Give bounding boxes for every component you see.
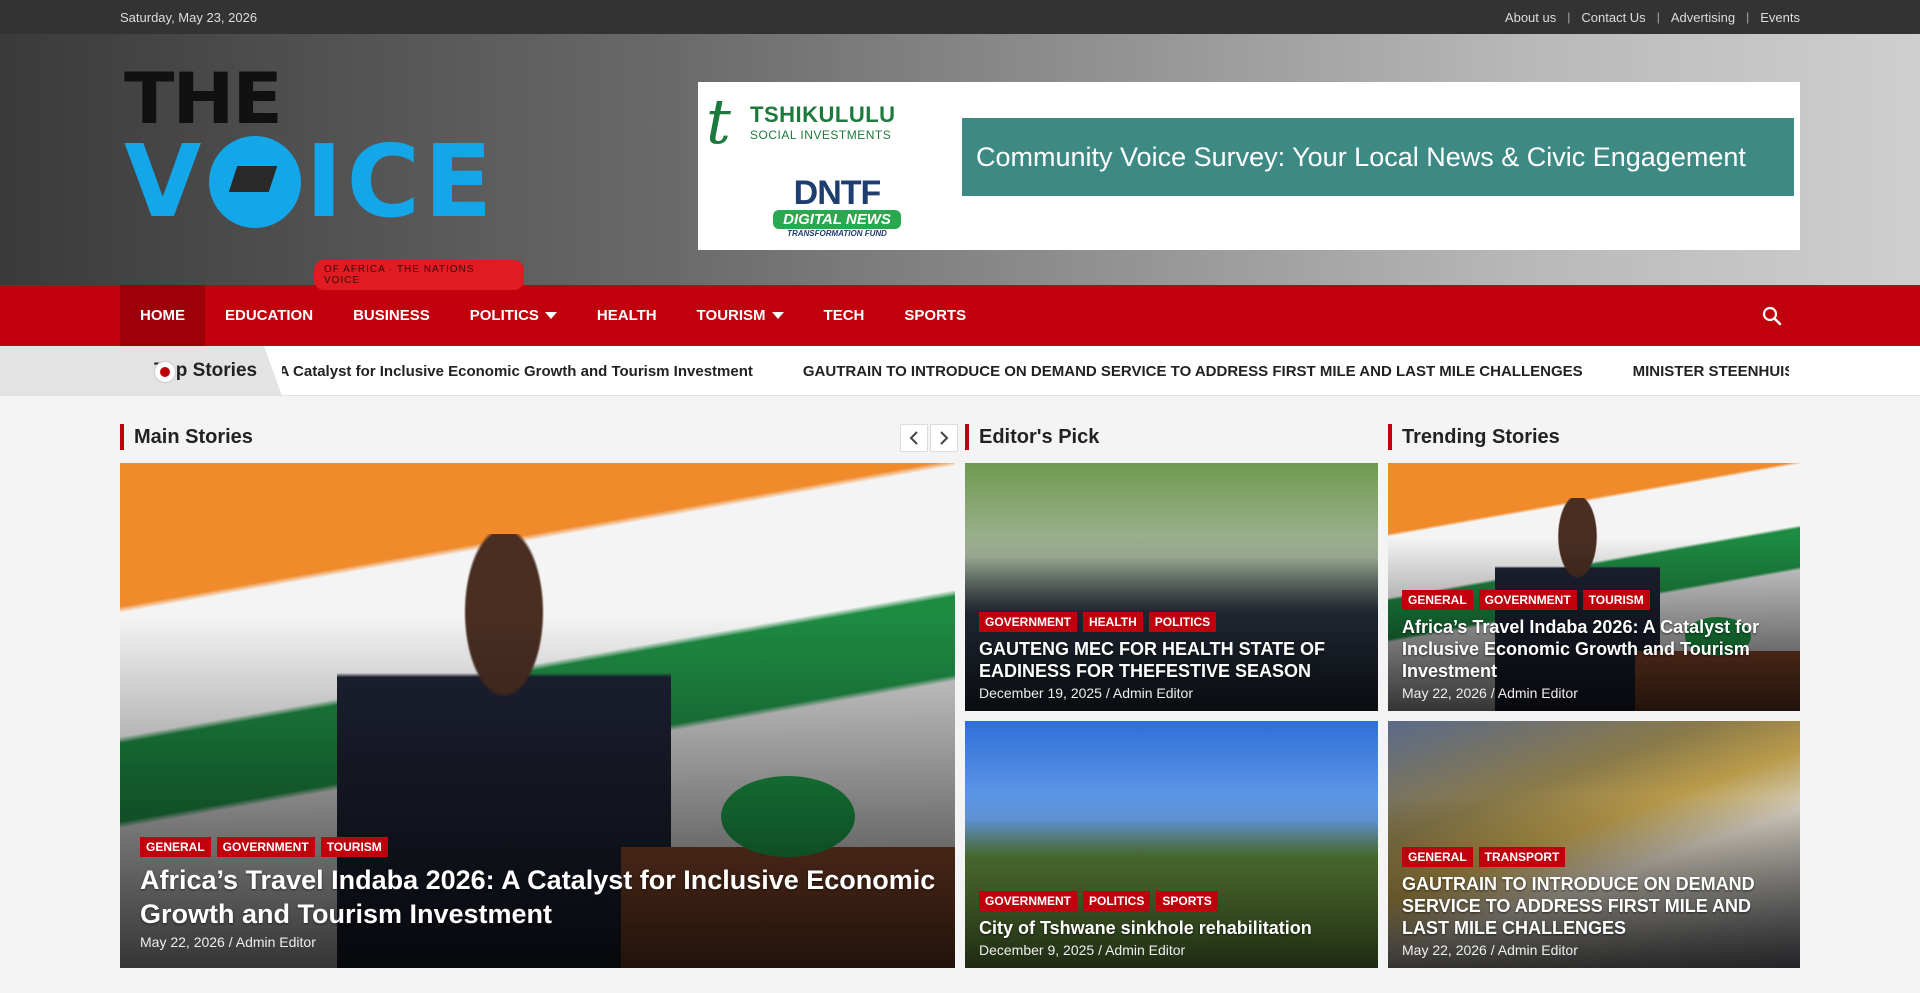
nav-label: Politics (469, 307, 539, 324)
nav-sports[interactable]: Sports (884, 285, 986, 346)
site-logo[interactable]: THE V ICE OF AFRICA · THE NATIONS VOICE (124, 58, 524, 290)
story-date: December 9, 2025 / Admin Editor (979, 942, 1186, 958)
editors-pick-card[interactable]: GOVERNMENT POLITICS SPORTS City of Tshwa… (965, 721, 1378, 968)
nav-label: Tech (823, 307, 865, 324)
tag[interactable]: GENERAL (1402, 847, 1473, 867)
survey-banner-text[interactable]: Community Voice Survey: Your Local News … (962, 118, 1794, 196)
tag[interactable]: SPORTS (1156, 891, 1218, 911)
live-dot-icon (154, 361, 176, 383)
tag[interactable]: TOURISM (320, 837, 388, 857)
caret-down-icon (771, 312, 784, 319)
story-date: May 22, 2026 / Admin Editor (1402, 685, 1578, 701)
contact-us-link[interactable]: Contact Us (1581, 10, 1645, 25)
nav-home[interactable]: Home (120, 285, 205, 346)
tag[interactable]: GOVERNMENT (979, 612, 1078, 632)
top-stories-ticker: Top Stories : A Catalyst for Inclusive E… (0, 346, 1920, 396)
site-header: THE V ICE OF AFRICA · THE NATIONS VOICE … (0, 34, 1920, 290)
ticker-item[interactable]: GAUTRAIN TO INTRODUCE ON DEMAND SERVICE … (803, 363, 1583, 380)
tag[interactable]: TOURISM (1582, 590, 1650, 610)
tag[interactable]: GOVERNMENT (216, 837, 315, 857)
separator: | (1567, 10, 1571, 24)
tag[interactable]: TRANSPORT (1478, 847, 1566, 867)
current-date: Saturday, May 23, 2026 (120, 9, 258, 25)
nav-tourism[interactable]: Tourism (677, 285, 804, 346)
nav-label: Home (140, 307, 185, 324)
trending-stories-title: Trending Stories (1388, 424, 1560, 450)
separator: | (1746, 10, 1750, 24)
ticker-items: : A Catalyst for Inclusive Economic Grow… (282, 346, 1789, 395)
chevron-left-icon (909, 431, 918, 445)
top-links: About us | Contact Us | Advertising | Ev… (1505, 10, 1800, 25)
tshikululu-sub: SOCIAL INVESTMENTS (750, 128, 892, 142)
tag[interactable]: GOVERNMENT (979, 891, 1078, 911)
stories-area: Main Stories Editor's Pick Trending Stor… (120, 424, 1800, 984)
ticker-item[interactable]: : A Catalyst for Inclusive Economic Grow… (282, 363, 753, 380)
next-button[interactable] (930, 424, 958, 452)
ad-banner[interactable]: t TSHIKULULU SOCIAL INVESTMENTS DNTF DIG… (698, 82, 1800, 250)
tshikululu-logo: t TSHIKULULU SOCIAL INVESTMENTS (706, 86, 906, 158)
tag[interactable]: GENERAL (1402, 590, 1473, 610)
story-title[interactable]: Africa’s Travel Indaba 2026: A Catalyst … (140, 863, 941, 931)
prev-button[interactable] (900, 424, 928, 452)
dntf-logo: DNTF DIGITAL NEWS TRANSFORMATION FUND (772, 176, 902, 240)
nav-business[interactable]: Business (333, 285, 450, 346)
main-story-card[interactable]: GENERAL GOVERNMENT TOURISM Africa’s Trav… (120, 463, 955, 968)
ticker-item[interactable]: MINISTER STEENHUISEN WELCOMES (1633, 363, 1789, 380)
separator: | (1656, 10, 1660, 24)
dntf-name: DNTF (793, 174, 882, 212)
chevron-right-icon (940, 431, 949, 445)
search-icon[interactable] (1762, 306, 1782, 326)
dntf-sub: TRANSFORMATION FUND (787, 229, 887, 238)
story-title[interactable]: GAUTRAIN TO INTRODUCE ON DEMAND SERVICE … (1402, 873, 1786, 939)
main-navigation: Home Education Business Politics Health … (0, 285, 1920, 346)
story-tags: GENERAL TRANSPORT (1402, 847, 1786, 867)
tshikululu-name: TSHIKULULU (750, 102, 896, 127)
logo-voice-rest: ICE (305, 123, 497, 240)
trending-story-card[interactable]: GENERAL TRANSPORT GAUTRAIN TO INTRODUCE … (1388, 721, 1800, 968)
story-date: December 19, 2025 / Admin Editor (979, 685, 1194, 701)
logo-the: THE (124, 58, 283, 141)
megaphone-icon (209, 136, 302, 228)
slider-controls (898, 424, 958, 452)
caret-down-icon (544, 312, 557, 319)
nav-label: Tourism (696, 307, 766, 324)
top-bar: Saturday, May 23, 2026 About us | Contac… (0, 0, 1920, 34)
nav-label: Sports (904, 307, 967, 324)
story-tags: GOVERNMENT POLITICS SPORTS (979, 891, 1364, 911)
story-title[interactable]: Africa’s Travel Indaba 2026: A Catalyst … (1402, 616, 1786, 682)
story-tags: GENERAL GOVERNMENT TOURISM (1402, 590, 1786, 610)
story-tags: GENERAL GOVERNMENT TOURISM (140, 837, 941, 857)
logo-voice: V ICE (124, 123, 524, 240)
logo-voice-v: V (124, 123, 206, 240)
advertising-link[interactable]: Advertising (1671, 10, 1735, 25)
nav-education[interactable]: Education (205, 285, 333, 346)
story-title[interactable]: City of Tshwane sinkhole rehabilitation (979, 917, 1364, 939)
nav-label: Health (596, 307, 657, 324)
events-link[interactable]: Events (1760, 10, 1800, 25)
nav-politics[interactable]: Politics (450, 285, 577, 346)
tag[interactable]: POLITICS (1083, 891, 1151, 911)
tag[interactable]: GOVERNMENT (1478, 590, 1577, 610)
nav-label: Education (225, 307, 314, 324)
story-date: May 22, 2026 / Admin Editor (140, 934, 316, 950)
tag[interactable]: HEALTH (1083, 612, 1143, 632)
ticker-label: Top Stories (0, 346, 282, 395)
editors-pick-card[interactable]: GOVERNMENT HEALTH POLITICS GAUTENG MEC F… (965, 463, 1378, 711)
nav-tech[interactable]: Tech (804, 285, 885, 346)
main-stories-title: Main Stories (120, 424, 253, 450)
tag[interactable]: GENERAL (140, 837, 211, 857)
tag[interactable]: POLITICS (1148, 612, 1217, 632)
story-date: May 22, 2026 / Admin Editor (1402, 942, 1578, 958)
dntf-badge: DIGITAL NEWS (773, 210, 901, 229)
story-tags: GOVERNMENT HEALTH POLITICS (979, 612, 1364, 632)
trending-story-card[interactable]: GENERAL GOVERNMENT TOURISM Africa’s Trav… (1388, 463, 1800, 711)
tshikululu-mark-icon: t (706, 85, 731, 158)
editors-pick-title: Editor's Pick (965, 424, 1099, 450)
about-us-link[interactable]: About us (1505, 10, 1556, 25)
nav-health[interactable]: Health (577, 285, 677, 346)
nav-label: Business (353, 307, 430, 324)
story-title[interactable]: GAUTENG MEC FOR HEALTH STATE OF EADINESS… (979, 638, 1364, 682)
